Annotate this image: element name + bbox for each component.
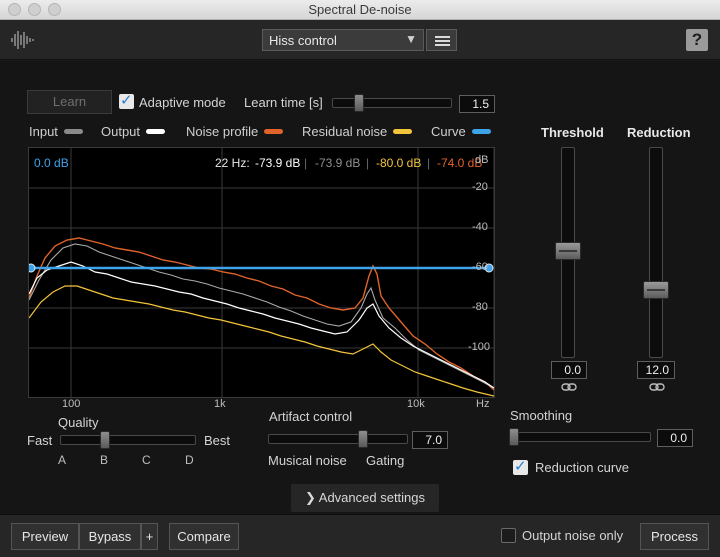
adaptive-mode-label: Adaptive mode (139, 95, 226, 110)
quality-fast-label: Fast (27, 433, 53, 448)
legend-residual-noise: Residual noise (302, 124, 413, 139)
db-tick: -40 (472, 221, 488, 233)
link-icon[interactable] (649, 382, 665, 392)
advanced-settings-button[interactable]: ❯ Advanced settings (291, 484, 439, 512)
learn-button[interactable]: Learn (27, 90, 112, 114)
adaptive-mode-checkbox[interactable] (119, 91, 134, 109)
legend-input: Input (29, 124, 83, 139)
main-panel: Learn Adaptive mode Learn time [s] 1.5 I… (0, 61, 720, 514)
window-titlebar: Spectral De-noise (0, 0, 720, 20)
freq-tick: Hz (476, 398, 490, 410)
waveform-logo-icon (11, 31, 34, 49)
output-noise-only-label: Output noise only (522, 528, 624, 543)
preset-menu-button[interactable] (426, 29, 457, 51)
quality-best-label: Best (204, 433, 231, 448)
db-tick: -80 (472, 301, 488, 313)
db-tick: -60 (472, 261, 488, 273)
help-button[interactable]: ? (686, 29, 708, 51)
process-button[interactable]: Process (640, 523, 709, 550)
freq-tick: 1k (214, 398, 226, 410)
freq-tick: 100 (62, 398, 81, 410)
threshold-label: Threshold (541, 125, 604, 140)
spectrum-display[interactable]: 0.0 dB 22 Hz: -73.9 dB | -73.9 dB | -80.… (28, 147, 495, 398)
input-trace (29, 243, 494, 389)
readout-separator: | (304, 156, 308, 170)
quality-option: C (142, 453, 151, 467)
quality-option: A (58, 453, 67, 467)
compare-button[interactable]: Compare (169, 523, 239, 550)
preset-dropdown[interactable]: Hiss control ▼ (262, 29, 424, 51)
readout-residual: -80.0 dB (376, 156, 422, 170)
artifact-control-slider[interactable] (268, 434, 408, 444)
quality-option: D (185, 453, 194, 467)
quality-option: B (100, 453, 109, 467)
residual-noise-trace (29, 285, 494, 397)
readout-output: -73.9 dB (315, 156, 361, 170)
preset-dropdown-value: Hiss control (269, 33, 337, 48)
plugin-header: Hiss control ▼ ? (0, 20, 720, 60)
readout-frequency: 22 Hz: (215, 156, 250, 170)
chevron-right-icon: ❯ (304, 490, 316, 505)
reduction-curve-checkbox[interactable] (513, 457, 528, 475)
link-icon[interactable] (561, 382, 577, 392)
db-tick: -20 (472, 181, 488, 193)
reduction-curve-label: Reduction curve (535, 460, 629, 475)
chevron-down-icon: ▼ (405, 32, 417, 46)
gating-label: Gating (366, 453, 405, 468)
curve-level-readout: 0.0 dB (34, 156, 69, 170)
preview-button[interactable]: Preview (11, 523, 79, 550)
musical-noise-label: Musical noise (268, 453, 347, 468)
db-tick: -100 (468, 341, 491, 353)
artifact-control-field[interactable]: 7.0 (412, 431, 448, 449)
readout-separator: | (427, 156, 431, 170)
learn-time-label: Learn time [s] (244, 95, 323, 110)
learn-time-field[interactable]: 1.5 (459, 95, 495, 113)
learn-time-slider[interactable] (332, 98, 452, 108)
quality-slider[interactable] (60, 435, 196, 445)
reduction-label: Reduction (627, 125, 691, 140)
output-noise-only-checkbox[interactable] (501, 528, 516, 543)
threshold-field[interactable]: 0.0 (551, 361, 587, 379)
menu-icon (435, 36, 450, 38)
reduction-field[interactable]: 12.0 (637, 361, 675, 379)
output-trace (29, 261, 494, 389)
db-unit-label: dB (475, 154, 489, 166)
advanced-settings-label: Advanced settings (318, 490, 426, 505)
readout-input: -73.9 dB (255, 156, 301, 170)
legend-noise-profile: Noise profile (186, 124, 284, 139)
smoothing-slider-thumb[interactable] (509, 428, 519, 446)
artifact-control-label: Artifact control (269, 409, 353, 424)
reduction-fader-thumb[interactable] (643, 281, 669, 299)
smoothing-label: Smoothing (510, 408, 573, 423)
threshold-fader-thumb[interactable] (555, 242, 581, 260)
freq-tick: 10k (407, 398, 425, 410)
smoothing-slider[interactable] (509, 432, 651, 442)
quality-slider-thumb[interactable] (100, 431, 110, 449)
readout-separator: | (366, 156, 370, 170)
bypass-button[interactable]: Bypass (79, 523, 141, 550)
quality-label: Quality (58, 415, 99, 430)
spectrum-graph (29, 148, 494, 397)
learn-time-slider-thumb[interactable] (354, 94, 364, 112)
add-button[interactable]: + (141, 523, 158, 550)
window-title: Spectral De-noise (308, 2, 412, 17)
smoothing-field[interactable]: 0.0 (657, 429, 693, 447)
curve-left-handle[interactable] (29, 263, 36, 273)
artifact-control-slider-thumb[interactable] (358, 430, 368, 448)
legend-output: Output (101, 124, 166, 139)
legend-curve: Curve (431, 124, 491, 139)
footer-bar: Preview Bypass + Compare Output noise on… (0, 514, 720, 557)
reduction-fader[interactable] (649, 147, 663, 358)
